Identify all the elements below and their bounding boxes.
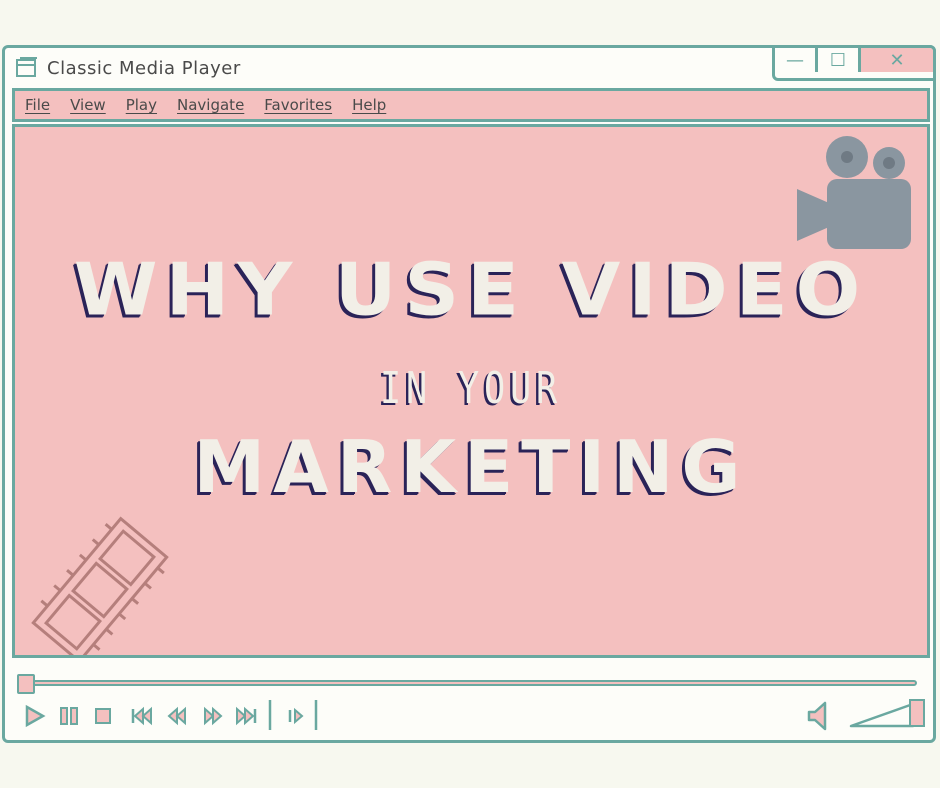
frame-step-icon[interactable] (285, 704, 307, 732)
menu-favorites[interactable]: Favorites (264, 96, 332, 114)
play-icon[interactable] (23, 704, 47, 732)
stop-icon[interactable] (91, 704, 115, 732)
menu-bar: File View Play Navigate Favorites Help (12, 88, 930, 122)
camera-icon (797, 131, 919, 255)
skip-back-icon[interactable] (129, 704, 155, 732)
video-screen[interactable]: WHY USE VIDEO IN YOUR MARKETING (12, 124, 930, 658)
pause-icon[interactable] (57, 704, 81, 732)
menu-navigate[interactable]: Navigate (177, 96, 244, 114)
headline-line-1: WHY USE VIDEO (73, 247, 869, 332)
window-controls: — ☐ ✕ (772, 45, 936, 81)
seek-bar[interactable] (19, 680, 917, 686)
maximize-button[interactable]: ☐ (818, 48, 861, 72)
media-player-window: Classic Media Player — ☐ ✕ File View Pla… (2, 45, 936, 743)
fast-forward-icon[interactable] (201, 704, 225, 732)
headline-line-3: MARKETING (193, 425, 749, 509)
app-window-icon (15, 56, 39, 82)
volume-slider-icon[interactable] (847, 698, 929, 736)
menu-view[interactable]: View (70, 96, 106, 114)
playback-controls (5, 698, 933, 734)
rewind-icon[interactable] (165, 704, 189, 732)
control-divider (313, 698, 319, 736)
app-title: Classic Media Player (47, 58, 241, 79)
close-button[interactable]: ✕ (861, 48, 933, 72)
menu-file[interactable]: File (25, 96, 50, 114)
control-divider (267, 698, 273, 736)
headline-line-2: IN YOUR (380, 363, 562, 414)
filmstrip-icon (25, 515, 175, 655)
menu-play[interactable]: Play (126, 96, 157, 114)
menu-help[interactable]: Help (352, 96, 386, 114)
title-bar: Classic Media Player — ☐ ✕ (5, 45, 936, 88)
minimize-button[interactable]: — (775, 48, 818, 72)
seek-handle[interactable] (17, 674, 35, 694)
skip-forward-icon[interactable] (233, 704, 259, 732)
volume-icon[interactable] (805, 700, 831, 736)
